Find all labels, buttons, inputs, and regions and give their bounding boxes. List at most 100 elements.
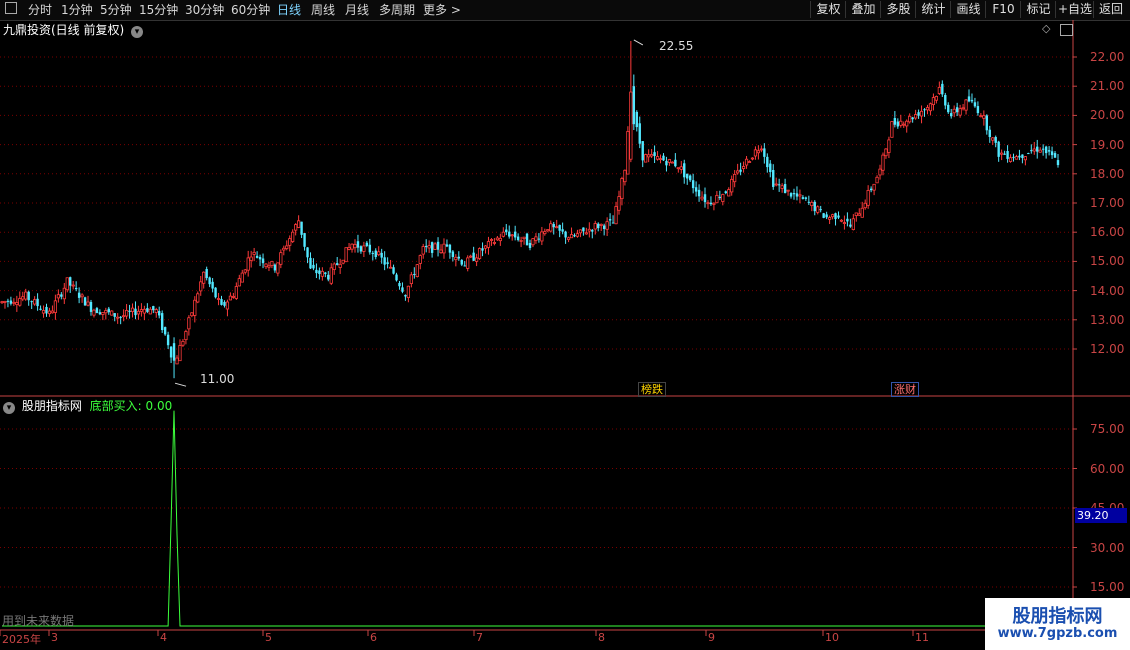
candle-body — [599, 223, 603, 226]
chevron-down-icon[interactable]: ▾ — [131, 26, 144, 38]
candle-body — [991, 137, 995, 141]
kline-chart[interactable] — [0, 0, 1130, 650]
candle-body — [522, 236, 526, 240]
candle-body — [525, 233, 529, 246]
candle-body — [908, 115, 912, 123]
y-tick-label: 19.00 — [1090, 137, 1125, 152]
candle-body — [56, 294, 60, 299]
candle-body — [769, 163, 772, 173]
candle-body — [890, 121, 894, 138]
candle-body — [561, 229, 564, 232]
candle-body — [736, 170, 740, 174]
candle-body — [623, 169, 627, 183]
event-tag-bangdie[interactable]: 榜跌 — [638, 382, 666, 397]
candle-body — [772, 170, 775, 187]
candle-body — [65, 277, 69, 291]
candle-body — [341, 259, 345, 264]
candle-body — [780, 185, 784, 189]
candle-body — [647, 154, 651, 158]
low-arrow — [174, 382, 187, 387]
candle-body — [199, 281, 203, 292]
event-tag-zhangcai[interactable]: 涨财 — [891, 382, 919, 397]
date-tick-label: 4 — [160, 631, 167, 644]
y-tick-label: 22.00 — [1090, 50, 1125, 64]
candle-body — [505, 229, 508, 233]
candle-body — [193, 299, 197, 316]
candle-body — [644, 154, 648, 163]
panel-layout-icon[interactable] — [1060, 24, 1073, 36]
candle-body — [276, 262, 280, 274]
date-tick-label: 5 — [265, 631, 272, 644]
candle-body — [564, 231, 567, 238]
candle-body — [1000, 152, 1004, 155]
candle-body — [724, 191, 727, 194]
candle-body — [136, 310, 141, 315]
candle-body — [777, 184, 781, 186]
candle-body — [1008, 157, 1013, 162]
candle-body — [344, 247, 348, 263]
candle-body — [368, 244, 372, 253]
candle-body — [976, 106, 980, 114]
candle-body — [71, 284, 75, 287]
candle-body — [306, 247, 309, 258]
candle-body — [451, 251, 455, 258]
candle-body — [961, 107, 965, 110]
candle-body — [759, 148, 763, 151]
candle-body — [715, 195, 719, 204]
candle-body — [834, 213, 837, 220]
candle-body — [489, 239, 494, 241]
candle-body — [152, 306, 155, 311]
candle-body — [709, 202, 713, 205]
candle-body — [617, 196, 621, 211]
candle-body — [214, 287, 217, 298]
indicator-y-tick-label: 15.00 — [1090, 580, 1125, 594]
candle-body — [122, 315, 126, 318]
candle-body — [481, 248, 484, 251]
candle-body — [83, 297, 87, 306]
candle-body — [700, 196, 704, 200]
candle-body — [27, 291, 30, 301]
candle-body — [914, 114, 918, 119]
candle-body — [869, 188, 873, 191]
candle-body — [139, 309, 144, 312]
candle-body — [110, 310, 114, 316]
candle-body — [142, 308, 146, 314]
candle-body — [816, 206, 820, 213]
candle-body — [119, 316, 122, 318]
candle-body — [1047, 150, 1051, 152]
grid-lines — [0, 56, 1077, 636]
candle-body — [472, 252, 475, 261]
candle-body — [53, 300, 57, 313]
date-tick-label: 8 — [598, 631, 605, 644]
candle-body — [312, 264, 315, 269]
candle-body — [928, 103, 933, 112]
main-panel-header: 九鼎投资(日线 前复权) ▾ — [3, 22, 144, 38]
candle-body — [519, 239, 523, 242]
candle-body — [350, 243, 354, 250]
candle-body — [406, 285, 410, 299]
candle-body — [712, 202, 716, 205]
candle-body — [231, 296, 235, 298]
candle-body — [294, 224, 298, 231]
candle-body — [739, 169, 742, 172]
candle-body — [163, 327, 167, 335]
candle-body — [866, 190, 870, 206]
candle-body — [436, 241, 440, 250]
watermark-title: 股朋指标网 — [1012, 606, 1103, 627]
y-tick-label: 17.00 — [1090, 196, 1125, 210]
candle-body — [552, 224, 555, 228]
candle-body — [216, 298, 221, 300]
chevron-down-icon[interactable]: ▾ — [3, 402, 15, 414]
diamond-icon[interactable]: ◇ — [1042, 22, 1050, 35]
candle-body — [857, 213, 861, 216]
candle-body — [605, 221, 609, 230]
candle-body — [516, 236, 520, 241]
candle-body — [917, 112, 920, 116]
candle-body — [798, 194, 802, 197]
candle-body — [116, 316, 120, 319]
candle-body — [899, 120, 903, 126]
candle-body — [510, 234, 514, 237]
candle-body — [86, 301, 90, 306]
candle-body — [674, 159, 677, 167]
candle-body — [988, 129, 991, 138]
